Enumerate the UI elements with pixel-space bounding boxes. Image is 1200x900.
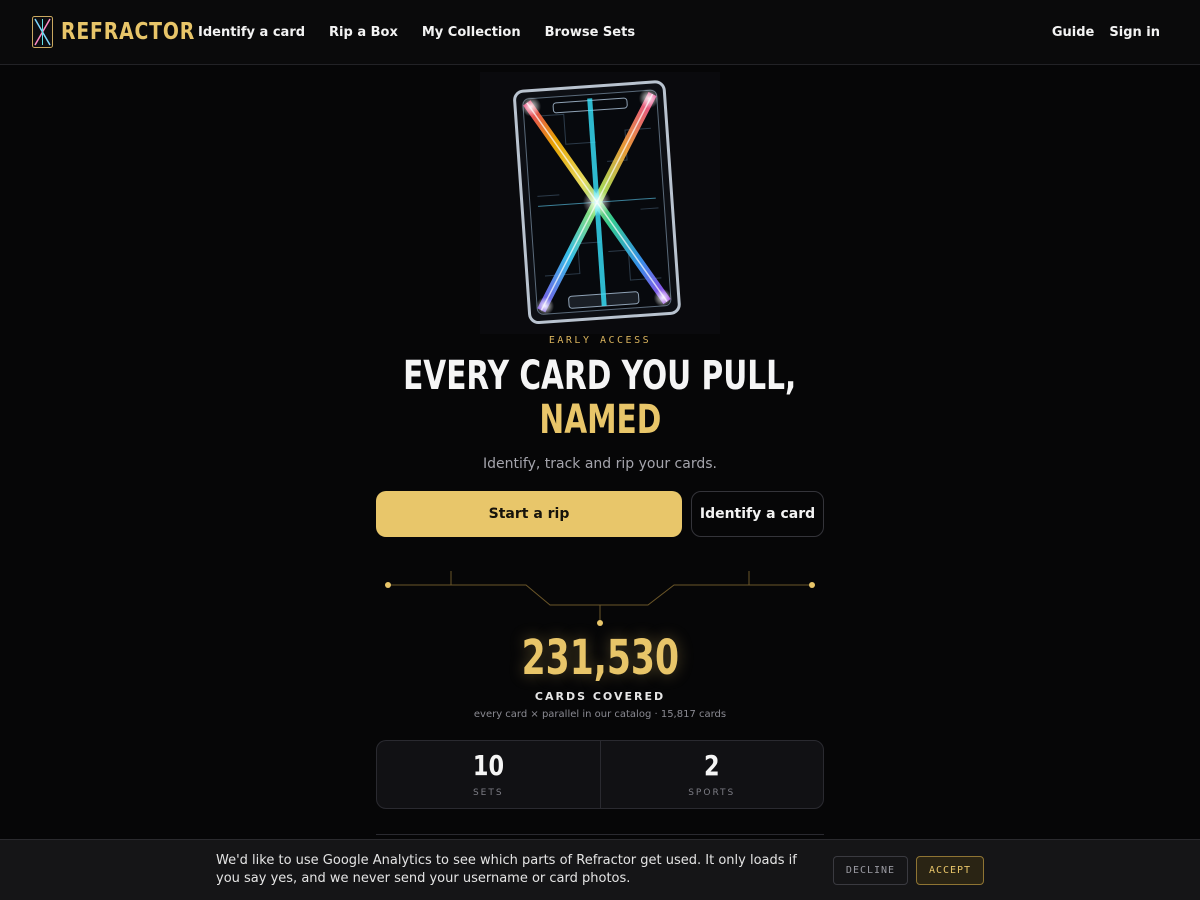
nav-guide[interactable]: Guide bbox=[1052, 25, 1095, 40]
nav-sign-in[interactable]: Sign in bbox=[1109, 25, 1160, 40]
decline-cookies-button[interactable]: DECLINE bbox=[833, 856, 908, 885]
refractor-logo-icon bbox=[32, 16, 53, 48]
hero-headline: EVERY CARD YOU PULL, NAMED bbox=[0, 354, 1200, 442]
nav-identify-a-card[interactable]: Identify a card bbox=[198, 25, 305, 40]
stats-panel: 10 SETS 2 SPORTS bbox=[376, 740, 824, 809]
nav-rip-a-box[interactable]: Rip a Box bbox=[329, 25, 398, 40]
identify-a-card-button[interactable]: Identify a card bbox=[691, 491, 824, 537]
brand-name: REFRACTOR bbox=[61, 19, 196, 45]
early-access-eyebrow: EARLY ACCESS bbox=[548, 335, 652, 346]
headline-line-1: EVERY CARD YOU PULL, bbox=[403, 353, 797, 399]
start-a-rip-button[interactable]: Start a rip bbox=[376, 491, 682, 537]
stat-sports: 2 SPORTS bbox=[599, 741, 824, 808]
cookie-consent-banner: We'd like to use Google Analytics to see… bbox=[0, 839, 1200, 900]
accept-cookies-button[interactable]: ACCEPT bbox=[916, 856, 984, 885]
top-navigation-bar: REFRACTOR Identify a card Rip a Box My C… bbox=[0, 0, 1200, 65]
hero-subtitle: Identify, track and rip your cards. bbox=[483, 456, 717, 472]
stat-sets: 10 SETS bbox=[377, 741, 600, 808]
cookie-consent-text: We'd like to use Google Analytics to see… bbox=[216, 853, 797, 886]
stat-sports-value: 2 bbox=[703, 749, 720, 782]
nav-my-collection[interactable]: My Collection bbox=[422, 25, 521, 40]
stat-sets-value: 10 bbox=[472, 749, 504, 782]
stat-sets-label: SETS bbox=[472, 788, 504, 798]
main-nav: Identify a card Rip a Box My Collection … bbox=[198, 25, 635, 40]
stat-sports-label: SPORTS bbox=[688, 788, 736, 798]
circuit-decoration bbox=[385, 571, 815, 626]
cards-covered-value: 231,530 bbox=[521, 630, 679, 686]
cards-covered-count: 231,530 bbox=[0, 630, 1200, 686]
nav-browse-sets[interactable]: Browse Sets bbox=[545, 25, 635, 40]
brand-logo-link[interactable]: REFRACTOR bbox=[32, 16, 196, 48]
section-divider bbox=[376, 834, 824, 835]
cards-covered-label: CARDS COVERED bbox=[534, 690, 666, 703]
cards-covered-note: every card × parallel in our catalog · 1… bbox=[473, 709, 727, 720]
account-nav: Guide Sign in bbox=[1052, 25, 1160, 40]
headline-line-2: NAMED bbox=[539, 397, 661, 443]
refractor-card-image bbox=[480, 72, 720, 334]
hero-card-illustration bbox=[480, 72, 720, 334]
